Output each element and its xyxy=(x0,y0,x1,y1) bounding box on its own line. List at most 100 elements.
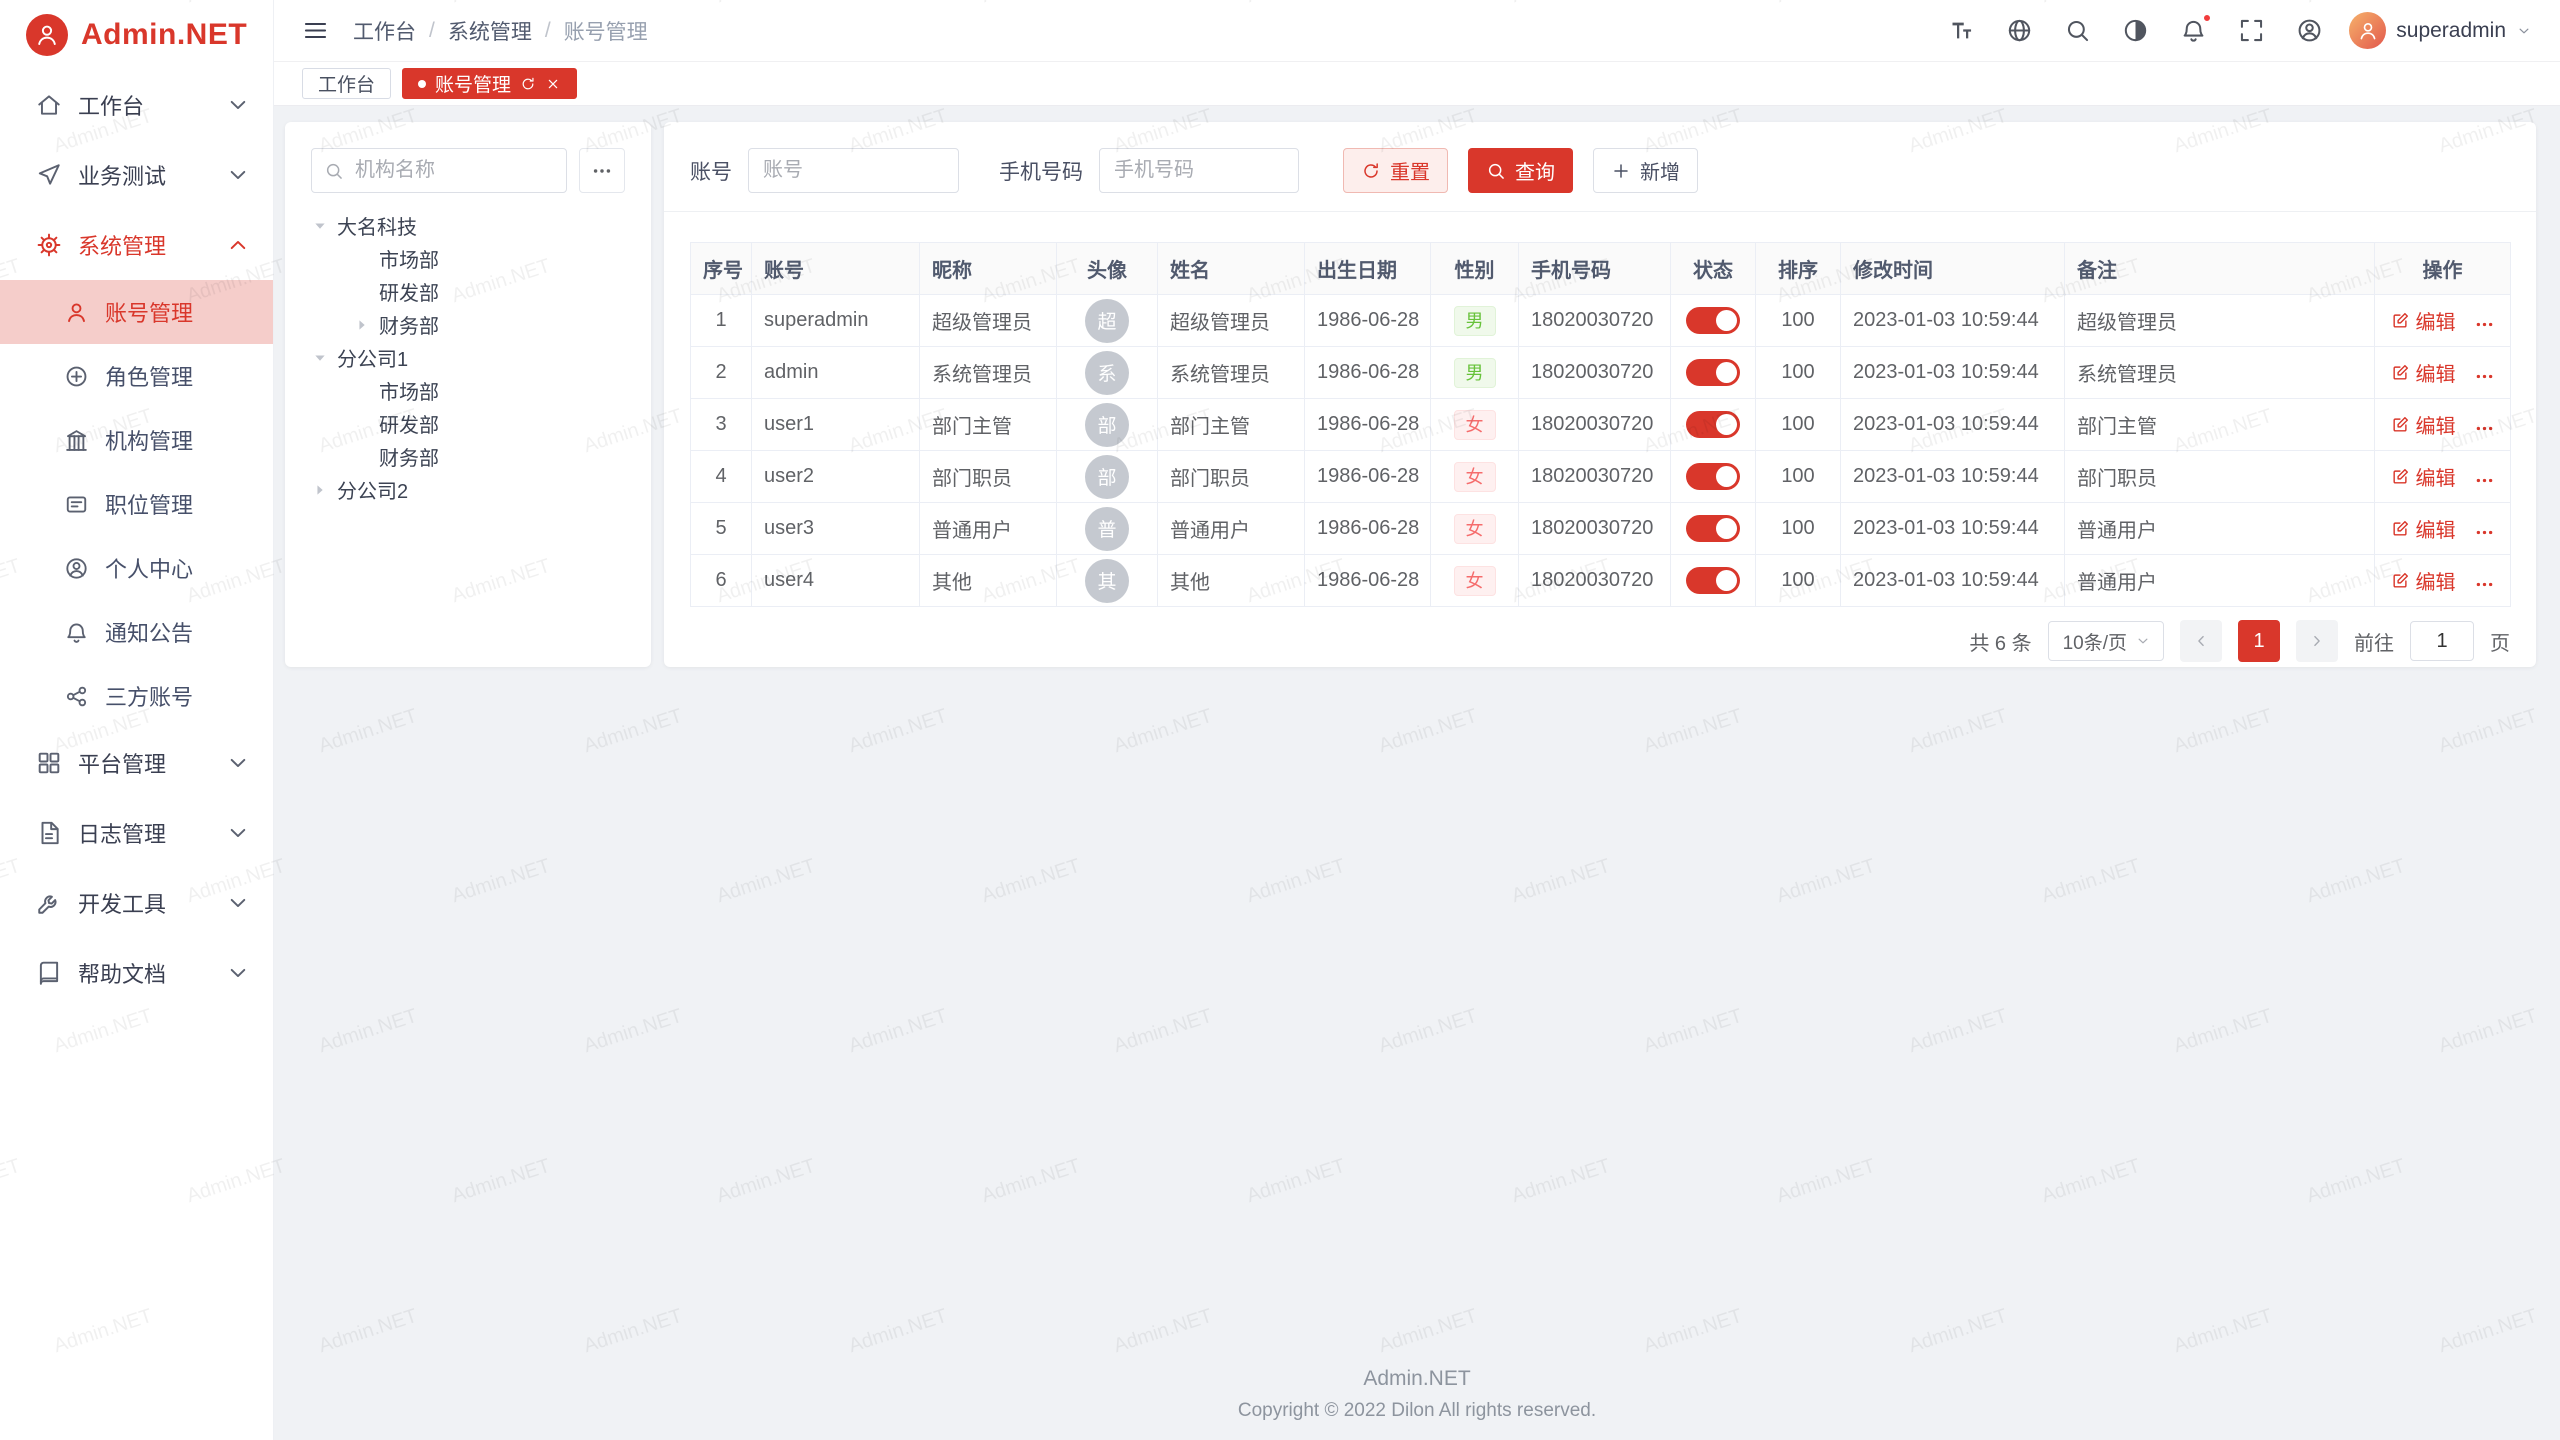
tab-close-icon[interactable] xyxy=(545,76,561,92)
status-switch[interactable] xyxy=(1686,411,1740,438)
sidebar-item-position-management[interactable]: 职位管理 xyxy=(0,472,273,536)
theme-tool-button[interactable] xyxy=(2122,17,2149,44)
profile-tool-button[interactable] xyxy=(2296,17,2323,44)
sidebar-item-label: 帮助文档 xyxy=(78,957,209,989)
cell-birthdate: 1986-06-28 xyxy=(1305,295,1431,347)
account-filter-input[interactable] xyxy=(748,148,959,193)
sidebar-item-role-management[interactable]: 角色管理 xyxy=(0,344,273,408)
page-1-button[interactable]: 1 xyxy=(2238,620,2280,662)
row-more-button[interactable] xyxy=(2474,314,2495,335)
table-row: 1superadmin超级管理员超超级管理员1986-06-28男1802003… xyxy=(691,295,2511,347)
app-logo[interactable]: Admin.NET xyxy=(0,0,273,70)
cell-nickname: 普通用户 xyxy=(920,503,1057,555)
sidebar-item-org-management[interactable]: 机构管理 xyxy=(0,408,273,472)
cell-status xyxy=(1671,295,1756,347)
row-more-button[interactable] xyxy=(2474,366,2495,387)
page-unit-label: 页 xyxy=(2490,627,2510,656)
caret-down-icon[interactable] xyxy=(311,217,329,235)
table-body: 1superadmin超级管理员超超级管理员1986-06-28男1802003… xyxy=(691,295,2511,607)
sidebar-item-notice-announcement[interactable]: 通知公告 xyxy=(0,600,273,664)
reset-button[interactable]: 重置 xyxy=(1343,148,1448,193)
org-search-input[interactable] xyxy=(311,148,567,193)
sidebar-item-dev-tools[interactable]: 开发工具 xyxy=(0,868,273,938)
caret-right-icon[interactable] xyxy=(311,481,329,499)
row-more-button[interactable] xyxy=(2474,418,2495,439)
tree-node[interactable]: 分公司1 xyxy=(311,341,625,374)
status-switch[interactable] xyxy=(1686,359,1740,386)
breadcrumb-item-system[interactable]: 系统管理 xyxy=(448,16,532,46)
prev-page-button[interactable] xyxy=(2180,620,2222,662)
notification-tool-button[interactable] xyxy=(2180,17,2207,44)
edit-button[interactable]: 编辑 xyxy=(2391,358,2456,387)
tree-node[interactable]: 大名科技 xyxy=(311,209,625,242)
sidebar-subitem-label: 个人中心 xyxy=(105,552,193,584)
edit-button[interactable]: 编辑 xyxy=(2391,462,2456,491)
sidebar-item-account-management[interactable]: 账号管理 xyxy=(0,280,273,344)
next-page-button[interactable] xyxy=(2296,620,2338,662)
font-size-tool-button[interactable] xyxy=(1948,17,1975,44)
status-switch[interactable] xyxy=(1686,567,1740,594)
tab-label: 账号管理 xyxy=(435,70,511,97)
sidebar-item-system-management[interactable]: 系统管理 xyxy=(0,210,273,280)
table-row: 6user4其他其其他1986-06-28女180200307201002023… xyxy=(691,555,2511,607)
edit-button[interactable]: 编辑 xyxy=(2391,410,2456,439)
sidebar-item-platform-management[interactable]: 平台管理 xyxy=(0,728,273,798)
column-header: 序号 xyxy=(691,243,752,295)
tree-node[interactable]: 市场部 xyxy=(311,374,625,407)
phone-filter-input[interactable] xyxy=(1099,148,1299,193)
globe-tool-button[interactable] xyxy=(2006,17,2033,44)
sidebar-item-workbench[interactable]: 工作台 xyxy=(0,70,273,140)
breadcrumb-item-workbench[interactable]: 工作台 xyxy=(353,16,416,46)
sidebar-item-help-docs[interactable]: 帮助文档 xyxy=(0,938,273,1008)
tree-node[interactable]: 财务部 xyxy=(311,440,625,473)
tree-node[interactable]: 研发部 xyxy=(311,275,625,308)
tree-node[interactable]: 市场部 xyxy=(311,242,625,275)
table-row: 5user3普通用户普普通用户1986-06-28女18020030720100… xyxy=(691,503,2511,555)
add-button[interactable]: 新增 xyxy=(1593,148,1698,193)
row-more-button[interactable] xyxy=(2474,522,2495,543)
table-row: 4user2部门职员部部门职员1986-06-28女18020030720100… xyxy=(691,451,2511,503)
search-tool-button[interactable] xyxy=(2064,17,2091,44)
caret-down-icon[interactable] xyxy=(311,349,329,367)
footer: Admin.NET Copyright © 2022 Dilon All rig… xyxy=(274,1367,2560,1422)
tree-more-button[interactable] xyxy=(579,148,625,193)
edit-label: 编辑 xyxy=(2416,306,2456,335)
column-header: 排序 xyxy=(1756,243,1841,295)
tab-workbench[interactable]: 工作台 xyxy=(302,68,391,99)
edit-icon xyxy=(2391,311,2410,330)
status-switch[interactable] xyxy=(1686,515,1740,542)
tree-node[interactable]: 研发部 xyxy=(311,407,625,440)
cell-gender: 女 xyxy=(1431,503,1519,555)
hamburger-menu-icon[interactable] xyxy=(302,17,329,44)
add-label: 新增 xyxy=(1640,156,1680,185)
row-more-button[interactable] xyxy=(2474,470,2495,491)
row-more-button[interactable] xyxy=(2474,574,2495,595)
goto-page-input[interactable] xyxy=(2410,621,2474,661)
edit-button[interactable]: 编辑 xyxy=(2391,566,2456,595)
cell-nickname: 系统管理员 xyxy=(920,347,1057,399)
sidebar-item-personal-center[interactable]: 个人中心 xyxy=(0,536,273,600)
query-button[interactable]: 查询 xyxy=(1468,148,1573,193)
tree-node[interactable]: 分公司2 xyxy=(311,473,625,506)
tab-account-management[interactable]: 账号管理 xyxy=(402,68,577,99)
switch-knob xyxy=(1716,518,1737,539)
cell-remark: 部门职员 xyxy=(2065,451,2375,503)
edit-button[interactable]: 编辑 xyxy=(2391,306,2456,335)
user-menu[interactable]: superadmin xyxy=(2349,12,2532,49)
cell-index: 1 xyxy=(691,295,752,347)
edit-button[interactable]: 编辑 xyxy=(2391,514,2456,543)
tab-refresh-icon[interactable] xyxy=(520,76,536,92)
sidebar-item-log-management[interactable]: 日志管理 xyxy=(0,798,273,868)
breadcrumb: 工作台 / 系统管理 / 账号管理 xyxy=(353,16,648,46)
fullscreen-tool-button[interactable] xyxy=(2238,17,2265,44)
status-switch[interactable] xyxy=(1686,307,1740,334)
column-header: 性别 xyxy=(1431,243,1519,295)
sidebar-item-third-party-account[interactable]: 三方账号 xyxy=(0,664,273,728)
caret-right-icon[interactable] xyxy=(353,316,371,334)
chevron-down-icon xyxy=(225,960,251,986)
tree-node[interactable]: 财务部 xyxy=(311,308,625,341)
page-size-select[interactable]: 10条/页 xyxy=(2048,621,2164,661)
status-switch[interactable] xyxy=(1686,463,1740,490)
cell-remark: 系统管理员 xyxy=(2065,347,2375,399)
sidebar-item-business-test[interactable]: 业务测试 xyxy=(0,140,273,210)
